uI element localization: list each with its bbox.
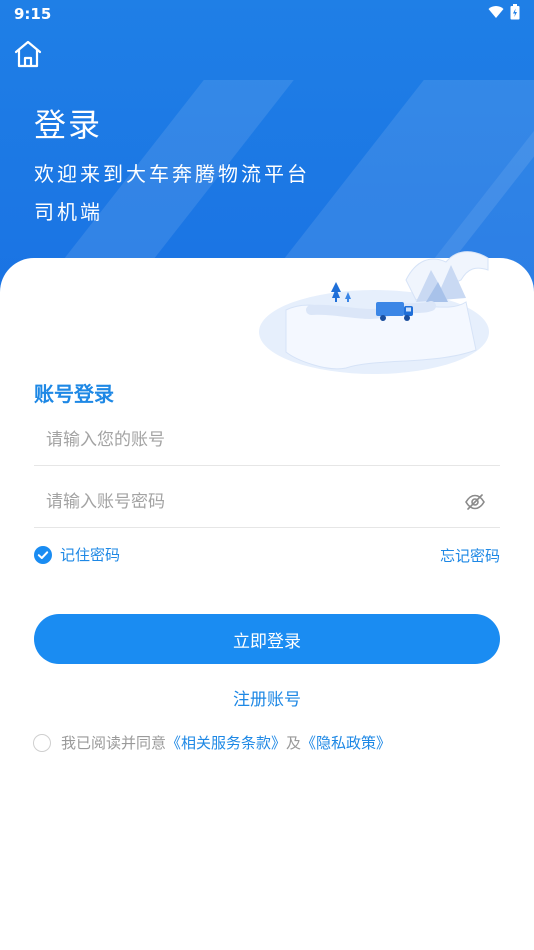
- status-bar: 9:15: [0, 0, 534, 30]
- eye-off-icon[interactable]: [464, 492, 486, 512]
- terms-link[interactable]: 《相关服务条款》: [166, 732, 286, 753]
- page-title: 登录: [34, 106, 103, 144]
- checked-circle-icon[interactable]: [34, 545, 52, 564]
- account-login-heading: 账号登录: [34, 382, 114, 406]
- agreement-prefix: 我已阅读并同意: [61, 734, 167, 752]
- login-button[interactable]: 立即登录: [34, 614, 500, 664]
- forgot-password-link[interactable]: 忘记密码: [440, 545, 500, 566]
- status-icons: [488, 4, 520, 20]
- password-input[interactable]: [46, 478, 466, 526]
- remember-password-label[interactable]: 记住密码: [60, 544, 120, 565]
- agreement-row: 我已阅读并同意 《相关服务条款》 及 《隐私政策》: [33, 732, 391, 753]
- account-input[interactable]: [46, 416, 466, 464]
- agreement-conjunction: 及: [286, 734, 302, 752]
- status-time: 9:15: [14, 5, 52, 23]
- account-field: [34, 416, 500, 466]
- register-link[interactable]: 注册账号: [0, 685, 534, 710]
- wifi-icon: [488, 6, 504, 19]
- client-type-text: 司机端: [34, 200, 103, 224]
- password-field: [34, 478, 500, 528]
- home-icon[interactable]: [12, 38, 44, 70]
- battery-icon: [510, 4, 520, 20]
- remember-password[interactable]: 记住密码: [34, 544, 120, 565]
- privacy-link[interactable]: 《隐私政策》: [301, 732, 391, 753]
- welcome-text: 欢迎来到大车奔腾物流平台: [34, 162, 310, 186]
- truck-road-illustration: [259, 251, 489, 374]
- agreement-checkbox[interactable]: [33, 733, 51, 752]
